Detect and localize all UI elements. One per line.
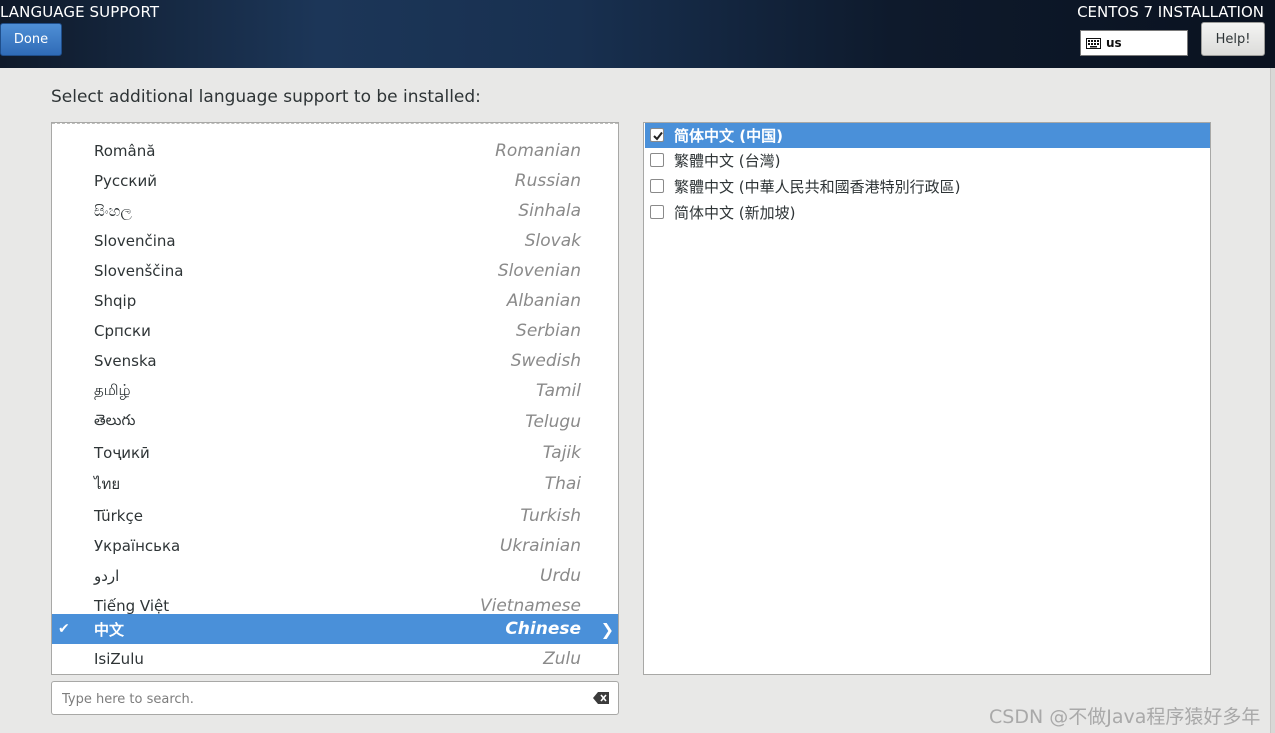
language-english-name: Chinese xyxy=(505,619,581,639)
language-native-name: Slovenčina xyxy=(94,232,176,250)
keyboard-icon xyxy=(1086,37,1101,49)
language-row[interactable]: Türkçe Turkish xyxy=(52,501,618,531)
locale-row[interactable]: 繁體中文 (中華人民共和國香港特別行政區) xyxy=(645,174,1210,199)
spoke-title: LANGUAGE SUPPORT xyxy=(0,3,160,21)
language-native-name: Українська xyxy=(94,537,181,555)
language-native-name: Српски xyxy=(94,322,151,340)
language-native-name: Русский xyxy=(94,172,157,190)
language-english-name: Tajik xyxy=(542,443,581,463)
locale-label: 繁體中文 (中華人民共和國香港特別行政區) xyxy=(674,178,961,196)
keyboard-layout-indicator[interactable]: us xyxy=(1080,30,1188,56)
language-native-name: தமிழ் xyxy=(94,381,131,399)
language-native-name: اردو xyxy=(94,567,120,585)
checkbox-checked[interactable] xyxy=(650,128,664,142)
language-native-name: 中文 xyxy=(94,620,125,639)
language-native-name: Slovenščina xyxy=(94,262,184,280)
language-english-name: Thai xyxy=(544,474,581,494)
watermark: CSDN @不做Java程序猿好多年 xyxy=(989,706,1261,728)
language-row[interactable]: Тоҷикӣ Tajik xyxy=(52,438,618,468)
language-support-prompt: Select additional language support to be… xyxy=(51,87,481,107)
checkbox-unchecked[interactable] xyxy=(650,179,664,193)
window-scrollbar[interactable] xyxy=(1270,68,1275,733)
language-row[interactable]: Українська Ukrainian xyxy=(52,531,618,561)
language-native-name: Тоҷикӣ xyxy=(94,444,150,462)
locale-label: 简体中文 (新加坡) xyxy=(674,204,796,222)
language-english-name: Albanian xyxy=(506,291,581,311)
language-english-name: Romanian xyxy=(495,141,581,161)
language-english-name: Sinhala xyxy=(518,201,581,221)
installation-title: CENTOS 7 INSTALLATION xyxy=(1077,3,1264,21)
language-native-name: Tiếng Việt xyxy=(94,597,170,615)
language-row[interactable]: اردو Urdu xyxy=(52,561,618,591)
language-native-name: Shqip xyxy=(94,292,137,310)
language-row[interactable]: ✔ 中文 Chinese ❯ xyxy=(52,614,618,644)
language-row[interactable]: ไทย Thai xyxy=(52,469,618,499)
language-row[interactable]: Slovenčina Slovak xyxy=(52,226,618,256)
language-row[interactable]: සිංහල Sinhala xyxy=(52,196,618,226)
language-row[interactable]: Slovenščina Slovenian xyxy=(52,256,618,286)
language-english-name: Telugu xyxy=(525,412,581,432)
language-english-name: Vietnamese xyxy=(479,596,581,616)
locale-label: 简体中文 (中国) xyxy=(674,127,783,145)
language-english-name: Swedish xyxy=(510,351,581,371)
language-english-name: Turkish xyxy=(520,506,581,526)
language-native-name: Svenska xyxy=(94,352,157,370)
language-row[interactable]: Svenska Swedish xyxy=(52,346,618,376)
help-button[interactable]: Help! xyxy=(1201,22,1265,56)
language-english-name: Ukrainian xyxy=(499,536,581,556)
language-row[interactable]: Shqip Albanian xyxy=(52,286,618,316)
language-english-name: Russian xyxy=(514,171,581,191)
language-native-name: Română xyxy=(94,142,156,160)
language-row[interactable]: Српски Serbian xyxy=(52,316,618,346)
language-native-name: తెలుగు xyxy=(94,411,136,429)
language-native-name: සිංහල xyxy=(94,202,132,220)
search-input[interactable] xyxy=(60,688,584,710)
checkbox-unchecked[interactable] xyxy=(650,205,664,219)
done-button[interactable]: Done xyxy=(0,23,62,56)
selected-check-icon: ✔ xyxy=(58,621,70,637)
locale-row[interactable]: 简体中文 (新加坡) xyxy=(645,200,1210,225)
header-bar: LANGUAGE SUPPORT Done CENTOS 7 INSTALLAT… xyxy=(0,0,1275,68)
locale-label: 繁體中文 (台灣) xyxy=(674,152,781,170)
locale-row[interactable]: 简体中文 (中国) xyxy=(645,123,1210,148)
language-english-name: Slovenian xyxy=(497,261,581,281)
language-row[interactable]: Русский Russian xyxy=(52,166,618,196)
language-native-name: Türkçe xyxy=(94,507,143,525)
clear-search-icon[interactable] xyxy=(593,691,610,705)
checkbox-unchecked[interactable] xyxy=(650,153,664,167)
language-native-name: ไทย xyxy=(94,475,121,493)
keyboard-layout-label: us xyxy=(1106,36,1122,50)
language-row[interactable]: తెలుగు Telugu xyxy=(52,407,618,437)
language-row[interactable]: IsiZulu Zulu xyxy=(52,644,618,674)
locale-row[interactable]: 繁體中文 (台灣) xyxy=(645,148,1210,173)
list-scroll-edge xyxy=(52,123,618,126)
checkmark-icon xyxy=(653,131,663,141)
language-english-name: Serbian xyxy=(516,321,581,341)
language-english-name: Tamil xyxy=(535,381,581,401)
language-search-field[interactable] xyxy=(51,681,619,715)
locale-list[interactable]: 简体中文 (中国) 繁體中文 (台灣) 繁體中文 (中華人民共和國香港特別行政區) 简… xyxy=(643,122,1211,675)
language-row[interactable]: Română Romanian xyxy=(52,136,618,166)
language-row[interactable]: தமிழ் Tamil xyxy=(52,376,618,406)
language-english-name: Urdu xyxy=(540,566,581,586)
chevron-right-icon: ❯ xyxy=(600,619,614,639)
language-native-name: IsiZulu xyxy=(94,650,144,668)
language-english-name: Zulu xyxy=(543,649,581,669)
language-english-name: Slovak xyxy=(524,231,581,251)
language-list[interactable]: Română Romanian Русский Russian සිංහල Sinhala… xyxy=(51,122,619,675)
